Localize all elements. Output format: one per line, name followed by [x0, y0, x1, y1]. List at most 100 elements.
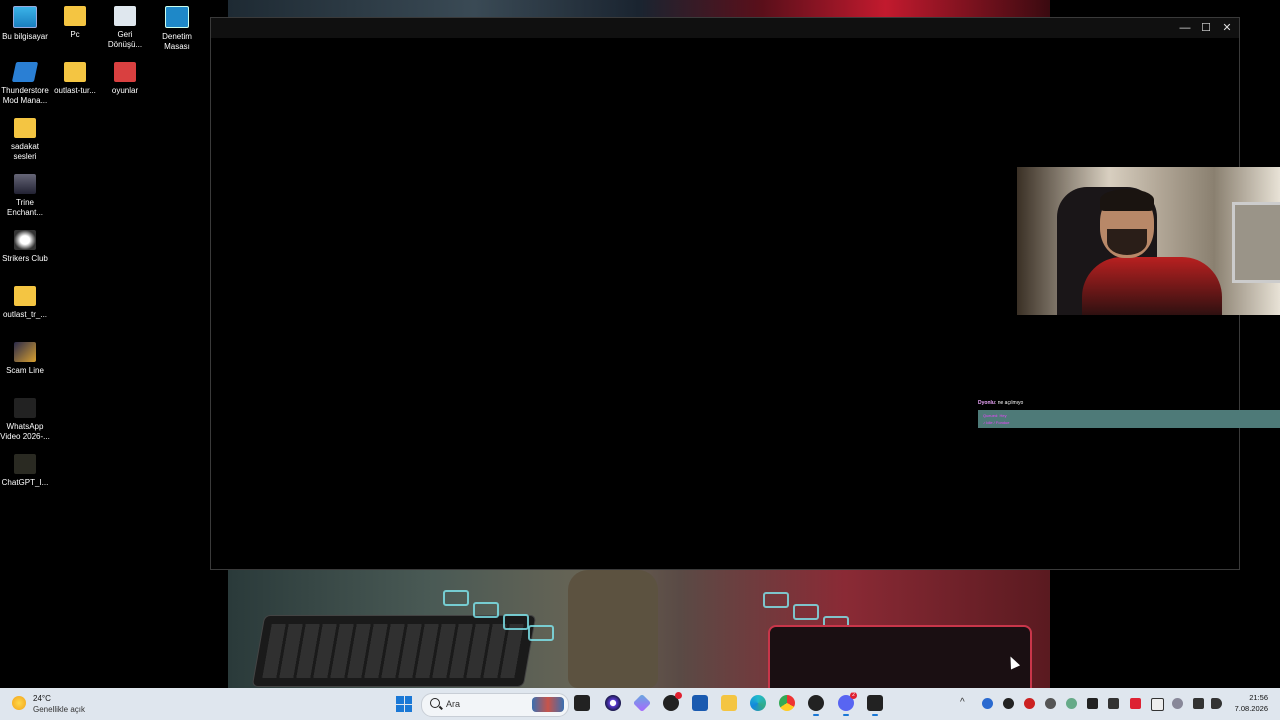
- taskbar: 24°C Genellikle açık Ara 2 ^ 21:56 7.08.…: [0, 688, 1280, 720]
- scam-line-icon: [14, 342, 36, 362]
- folder-icon: [64, 62, 86, 82]
- notification-dot: [675, 692, 682, 699]
- desktop-icon-label: WhatsApp Video 2026-...: [0, 422, 50, 441]
- discord-icon[interactable]: 2: [838, 692, 857, 716]
- taskbar-search[interactable]: Ara: [421, 693, 569, 717]
- desktop-icon-label: Pc: [70, 30, 80, 39]
- window-titlebar[interactable]: — ☐ ✕: [211, 18, 1239, 38]
- wallpaper-hex: [443, 590, 469, 606]
- desktop-icon-pc-folder[interactable]: Pc: [50, 0, 100, 40]
- image-file-icon: [14, 454, 36, 474]
- tray-settings-icon[interactable]: [1045, 698, 1056, 709]
- desktop-icon-thunderstore[interactable]: Thunderstore Mod Mana...: [0, 56, 50, 106]
- desktop-icon-label: sadakat sesleri: [10, 142, 40, 161]
- close-button[interactable]: ✕: [1218, 20, 1236, 36]
- webcam-person-hair: [1100, 189, 1154, 211]
- desktop-icon-sadakat-sesleri[interactable]: sadakat sesleri: [0, 112, 50, 162]
- desktop-icon-label: Strikers Club: [2, 254, 48, 263]
- wallpaper-hex: [528, 625, 554, 641]
- volume-icon[interactable]: [1211, 698, 1222, 709]
- desktop-icon-this-pc[interactable]: Bu bilgisayar: [0, 0, 50, 42]
- epic-games-icon[interactable]: [867, 695, 883, 716]
- webcam-person-body: [1082, 257, 1222, 315]
- desktop-icon-oyunlar[interactable]: oyunlar: [100, 56, 150, 96]
- webcam-person-beard: [1107, 229, 1147, 255]
- desktop-icon-control-panel[interactable]: Denetim Masası: [152, 0, 202, 52]
- recycle-bin-icon: [114, 6, 136, 26]
- chevron-up-icon[interactable]: ^: [960, 697, 965, 708]
- clock-date: 7.08.2026: [1234, 704, 1268, 713]
- clock-time: 21:56: [1249, 693, 1268, 702]
- desktop-icon-strikers-club[interactable]: Strikers Club: [0, 224, 50, 264]
- chat-message: Dyonlu: ne açılmıyo: [978, 399, 1023, 407]
- desktop-icon-label: oyunlar: [111, 86, 139, 95]
- tray-app-icon[interactable]: [1003, 698, 1014, 709]
- folder-icon: [14, 286, 36, 306]
- desktop-icon-outlast-tr[interactable]: outlast_tr_...: [0, 280, 50, 320]
- discord-badge: 2: [850, 692, 857, 699]
- chat-username: Dyonlu: [978, 400, 995, 406]
- desktop-icon-label: Bu bilgisayar: [2, 32, 48, 41]
- weather-description: Genellikle açık: [33, 705, 86, 714]
- minimize-button[interactable]: —: [1176, 20, 1194, 36]
- wallpaper-boots: [568, 570, 658, 688]
- weather-temperature: 24°C: [33, 694, 51, 703]
- strikers-club-icon: [14, 230, 36, 250]
- now-playing-line2: ♪ Idle / Fondue: [983, 420, 1010, 425]
- network-icon[interactable]: [1193, 698, 1204, 709]
- tray-red-app-icon[interactable]: [1130, 698, 1141, 709]
- desktop-icon-grid: Bu bilgisayar Pc Geri Dönüşü... Denetim …: [0, 0, 210, 690]
- desktop-icon-label: Geri Dönüşü...: [107, 30, 143, 49]
- wallpaper-bottom-strip: [228, 570, 1050, 688]
- desktop-icon-scam-line[interactable]: Scam Line: [0, 336, 50, 376]
- media-player-icon[interactable]: [808, 695, 824, 716]
- desktop-icon-label: outlast_tr_...: [2, 310, 48, 319]
- tray-game-icon[interactable]: [1087, 698, 1098, 709]
- desktop-icon-label: Thunderstore Mod Mana...: [1, 86, 49, 105]
- trine-game-icon: [14, 174, 36, 194]
- desktop-icon-label: Denetim Masası: [162, 32, 192, 51]
- desktop-icon-chatgpt-image[interactable]: ChatGPT_I...: [0, 448, 50, 488]
- tray-overlay-icon[interactable]: [1108, 698, 1119, 709]
- bluetooth-icon[interactable]: [982, 698, 993, 709]
- chrome-browser-icon[interactable]: [779, 695, 795, 711]
- wallpaper-mousepad: [768, 625, 1032, 688]
- store-icon[interactable]: [692, 695, 708, 711]
- monitor-icon: [13, 6, 37, 28]
- desktop-icon-label: Trine Enchant...: [6, 198, 44, 217]
- desktop-icon-label: Scam Line: [6, 366, 44, 375]
- wallpaper-hex: [763, 592, 789, 608]
- folder-icon: [14, 118, 36, 138]
- wallpaper-hex: [503, 614, 529, 630]
- search-placeholder: Ara: [446, 699, 461, 709]
- start-button[interactable]: [396, 696, 412, 712]
- app-circle-icon[interactable]: [605, 695, 621, 711]
- desktop-icon-trine[interactable]: Trine Enchant...: [0, 168, 50, 218]
- maximize-button[interactable]: ☐: [1197, 20, 1215, 36]
- now-playing-line1: Queued: Hey: [983, 413, 1007, 418]
- app-diamond-icon[interactable]: [632, 693, 652, 713]
- file-explorer-icon[interactable]: [721, 695, 737, 711]
- desktop-icon-label: ChatGPT_I...: [1, 478, 49, 487]
- desktop-icon-label: outlast-tur...: [54, 86, 96, 95]
- tray-status-icon[interactable]: [1066, 698, 1077, 709]
- github-icon[interactable]: [663, 692, 682, 711]
- search-icon: [430, 698, 440, 708]
- windows-logo-icon: [396, 696, 404, 704]
- desktop-icon-outlast-tur[interactable]: outlast-tur...: [50, 56, 100, 96]
- wallpaper-keyboard: [251, 615, 537, 687]
- search-highlight-icon: [532, 697, 564, 712]
- edge-browser-icon[interactable]: [750, 695, 766, 711]
- usb-icon[interactable]: [1151, 698, 1164, 711]
- webcam-mirror: [1232, 202, 1280, 283]
- desktop-icon-recycle-bin[interactable]: Geri Dönüşü...: [100, 0, 150, 50]
- wallpaper-hex: [473, 602, 499, 618]
- tray-record-icon[interactable]: [1024, 698, 1035, 709]
- microphone-icon[interactable]: [1172, 698, 1183, 709]
- task-view-icon[interactable]: [574, 695, 590, 711]
- sun-icon: [12, 696, 26, 710]
- control-panel-icon: [165, 6, 189, 28]
- desktop-icon-whatsapp-video[interactable]: WhatsApp Video 2026-...: [0, 392, 50, 442]
- video-file-icon: [14, 398, 36, 418]
- system-clock[interactable]: 21:56 7.08.2026: [1230, 692, 1268, 714]
